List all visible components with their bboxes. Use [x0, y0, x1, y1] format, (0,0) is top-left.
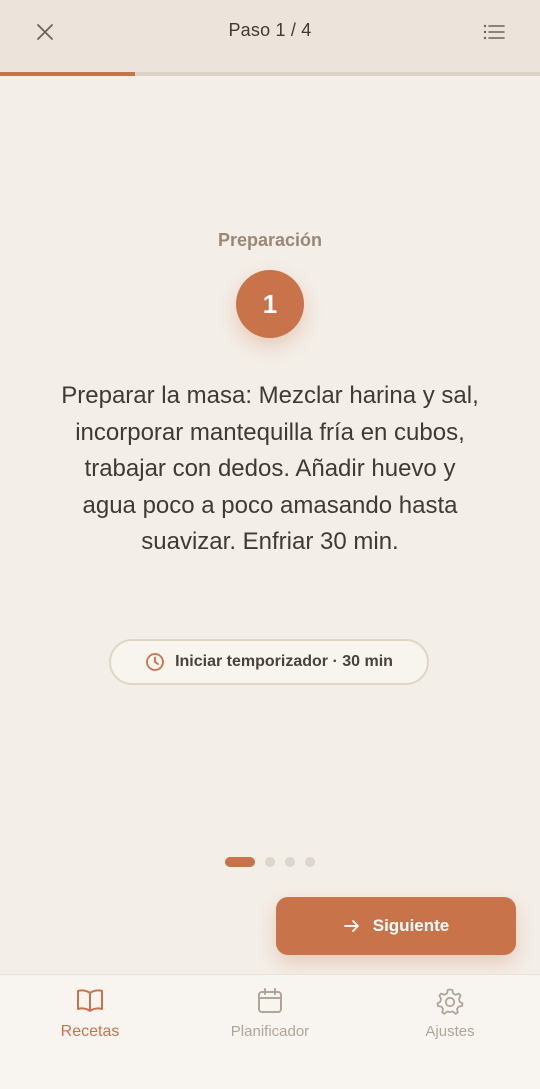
- clock-icon: [146, 653, 164, 671]
- nav-item-ajustes[interactable]: Ajustes: [360, 987, 540, 1040]
- step-pager: [0, 857, 540, 867]
- pager-dot-3[interactable]: [285, 857, 295, 867]
- start-timer-button[interactable]: Iniciar temporizador · 30 min: [109, 639, 429, 685]
- bottom-nav: Recetas Planificador Ajustes: [0, 974, 540, 1089]
- book-icon: [77, 989, 103, 1012]
- progress-bar: [0, 72, 540, 76]
- calendar-icon: [258, 988, 282, 1013]
- pager-dot-4[interactable]: [305, 857, 315, 867]
- gear-icon: [436, 988, 464, 1015]
- step-number-badge: 1: [236, 270, 304, 338]
- arrow-right-icon: [343, 920, 359, 932]
- top-bar: Paso 1 / 4: [0, 0, 540, 72]
- progress-fill: [0, 72, 135, 76]
- list-icon: [483, 24, 505, 40]
- pager-dot-1[interactable]: [225, 857, 255, 867]
- step-title: Paso 1 / 4: [228, 20, 312, 40]
- section-label: Preparación: [217, 230, 323, 250]
- steps-list-button[interactable]: [476, 14, 512, 50]
- nav-label-ajustes: Ajustes: [425, 1023, 475, 1040]
- next-button[interactable]: Siguiente: [276, 897, 516, 955]
- pager-dot-2[interactable]: [265, 857, 275, 867]
- step-instruction: Preparar la masa: Mezclar harina y sal, …: [61, 382, 479, 555]
- nav-label-planificador: Planificador: [230, 1023, 310, 1040]
- next-button-label: Siguiente: [372, 916, 450, 935]
- nav-item-recetas[interactable]: Recetas: [0, 987, 180, 1041]
- timer-label: Iniciar temporizador · 30 min: [175, 653, 393, 670]
- nav-label-recetas: Recetas: [60, 1023, 120, 1040]
- nav-item-planificador[interactable]: Planificador: [180, 987, 360, 1040]
